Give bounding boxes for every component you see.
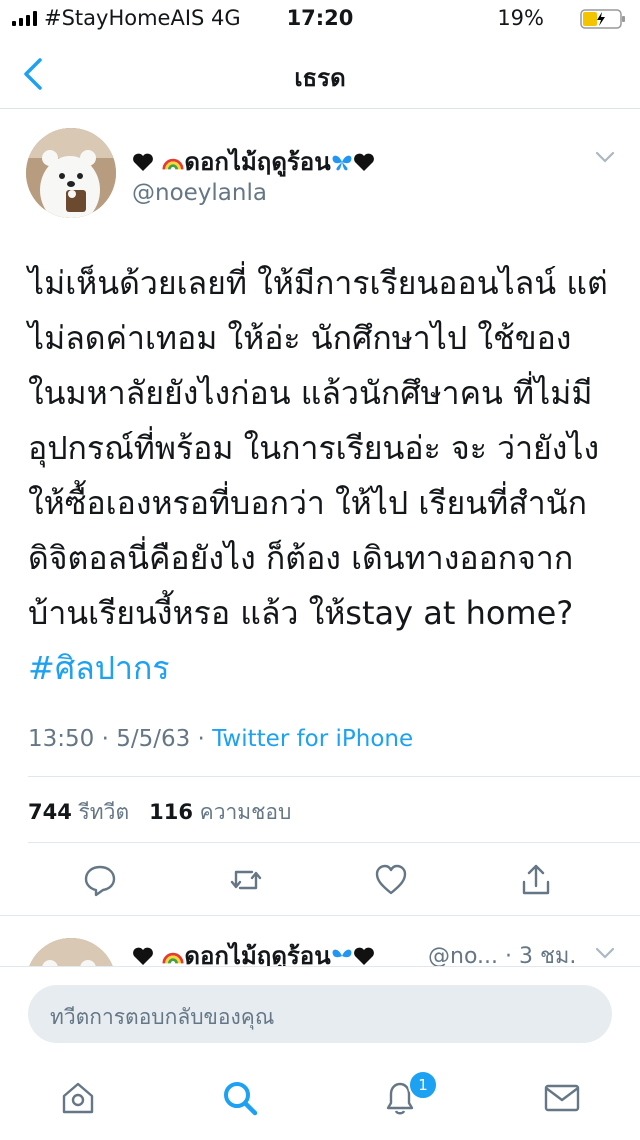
reply-avatar[interactable] xyxy=(26,938,116,966)
page-title: เธรด xyxy=(294,64,346,92)
reply-icon[interactable] xyxy=(82,862,118,898)
avatar-bear-image xyxy=(26,938,116,966)
reply-handle-time: @no... · 3 ชม. xyxy=(428,944,577,966)
like-label: ความชอบ xyxy=(199,800,292,824)
nav-bar: เธรด xyxy=(0,40,640,109)
black-heart-icon xyxy=(353,947,374,965)
mail-icon[interactable] xyxy=(542,1078,582,1118)
retweet-count: 744 xyxy=(28,800,72,824)
author-name[interactable]: ดอกไม้ฤดูร้อน xyxy=(132,142,375,181)
chevron-down-icon[interactable] xyxy=(594,946,616,960)
reply-author-name-text: ดอกไม้ฤดูร้อน xyxy=(184,942,331,966)
black-heart-icon xyxy=(133,153,153,171)
retweet-stat[interactable]: 744 รีทวีต xyxy=(28,800,129,824)
like-heart-icon[interactable] xyxy=(373,862,409,898)
reply-input-placeholder: ทวีตการตอบกลับของคุณ xyxy=(50,1005,275,1029)
black-heart-icon xyxy=(133,947,153,965)
tweet-meta: 13:50 · 5/5/63 · Twitter for iPhone xyxy=(28,726,413,752)
avatar-bear-image xyxy=(26,128,116,218)
avatar[interactable] xyxy=(26,128,116,218)
author-name-text: ดอกไม้ฤดูร้อน xyxy=(184,148,331,176)
status-bar: #StayHomeAIS 4G 17:20 19% xyxy=(0,0,640,40)
tweet-body-text: ไม่เห็นด้วยเลยที่ ให้มีการเรียนออนไลน์ แ… xyxy=(28,264,608,632)
rainbow-icon xyxy=(162,952,184,964)
like-count: 116 xyxy=(149,800,193,824)
battery-percent: 19% xyxy=(497,6,544,30)
tweet-source-link[interactable]: Twitter for iPhone xyxy=(212,726,413,752)
battery-icon xyxy=(580,9,625,29)
tweet-text: ไม่เห็นด้วยเลยที่ ให้มีการเรียนออนไลน์ แ… xyxy=(28,256,618,696)
butterfly-icon xyxy=(332,155,352,171)
reply-compose-bar: ทวีตการตอบกลับของคุณ xyxy=(0,966,640,1067)
author-handle[interactable]: @noeylanla xyxy=(132,180,267,206)
notification-badge: 1 xyxy=(408,1070,438,1100)
reply-author-name[interactable]: ดอกไม้ฤดูร้อน xyxy=(132,936,375,966)
hashtag-link[interactable]: #ศิลปากร xyxy=(28,649,170,687)
divider xyxy=(28,776,640,777)
butterfly-icon xyxy=(332,949,352,958)
divider xyxy=(28,842,640,843)
black-heart-icon xyxy=(353,153,374,171)
clock: 17:20 xyxy=(286,6,354,30)
share-icon[interactable] xyxy=(518,862,554,898)
rainbow-icon xyxy=(162,158,184,170)
retweet-icon[interactable] xyxy=(228,862,264,898)
like-stat[interactable]: 116 ความชอบ xyxy=(149,800,291,824)
search-icon[interactable] xyxy=(220,1078,260,1118)
tweet-timestamp: 13:50 · 5/5/63 · xyxy=(28,726,213,752)
retweet-label: รีทวีต xyxy=(78,800,130,824)
reply-tweet[interactable]: ดอกไม้ฤดูร้อน @no... · 3 ชม. xyxy=(0,916,640,966)
tab-bar: 1 xyxy=(0,1066,640,1140)
home-icon[interactable] xyxy=(58,1078,98,1118)
tweet-stats: 744 รีทวีต 116 ความชอบ xyxy=(28,796,291,829)
reply-input[interactable]: ทวีตการตอบกลับของคุณ xyxy=(28,985,612,1043)
chevron-down-icon[interactable] xyxy=(594,150,616,164)
